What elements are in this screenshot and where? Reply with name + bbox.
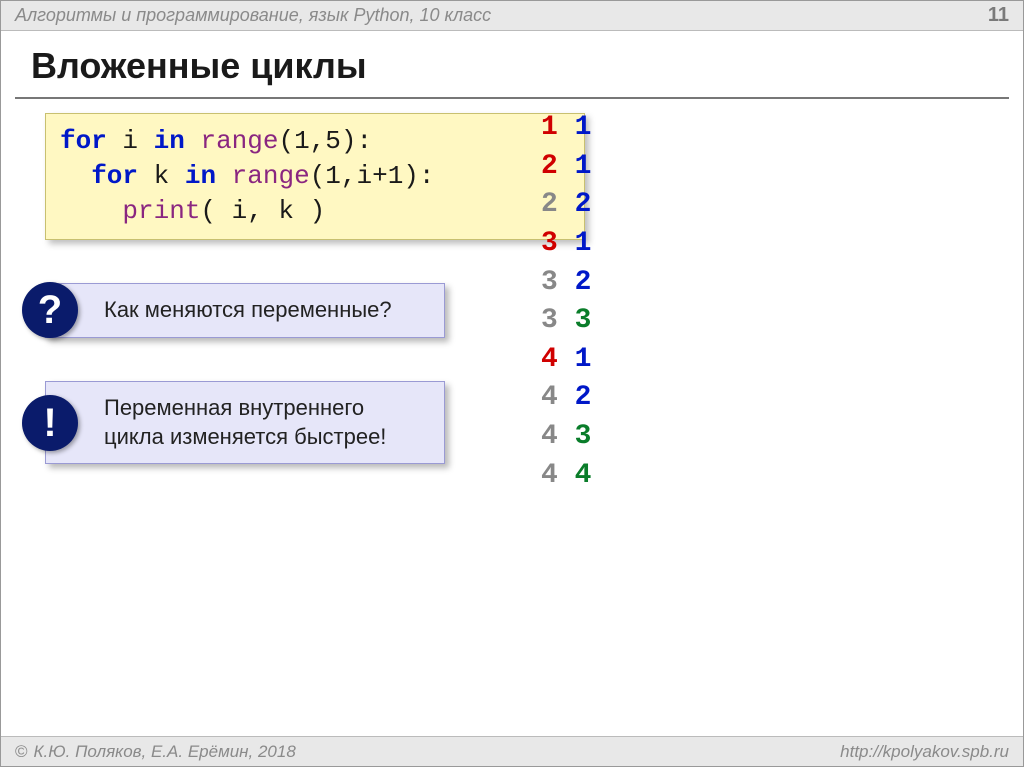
output-k: 3	[575, 421, 592, 452]
kw-in: in	[154, 126, 185, 156]
callout-exclaim-text: Переменная внутреннего цикла изменяется …	[104, 395, 386, 449]
ident-i: i	[122, 126, 138, 156]
output-k: 1	[575, 344, 592, 375]
output-row: 4 3	[541, 418, 591, 457]
kw-print: print	[122, 196, 200, 226]
output-i: 3	[541, 305, 558, 336]
output-i: 2	[541, 151, 558, 182]
footer-url: http://kpolyakov.spb.ru	[840, 742, 1009, 762]
callout-question-text: Как меняются переменные?	[104, 297, 392, 322]
output-k: 3	[575, 305, 592, 336]
header-bar: Алгоритмы и программирование, язык Pytho…	[1, 1, 1023, 31]
header-subject: Алгоритмы и программирование, язык Pytho…	[15, 5, 491, 26]
output-i: 3	[541, 228, 558, 259]
output-k: 1	[575, 151, 592, 182]
output-row: 3 3	[541, 302, 591, 341]
output-column: 1 12 12 23 13 23 34 14 24 34 4	[541, 109, 591, 495]
output-i: 4	[541, 460, 558, 491]
output-i: 4	[541, 344, 558, 375]
output-k: 1	[575, 112, 592, 143]
range-args-1: (1,5):	[278, 126, 372, 156]
output-i: 4	[541, 382, 558, 413]
output-k: 1	[575, 228, 592, 259]
output-i: 2	[541, 189, 558, 220]
output-k: 2	[575, 267, 592, 298]
output-row: 1 1	[541, 109, 591, 148]
copyright-icon: ©	[15, 742, 28, 762]
range-args-2: (1,i+1):	[310, 161, 435, 191]
code-line-3: print( i, k )	[60, 194, 570, 229]
title-rule	[15, 97, 1009, 99]
output-i: 3	[541, 267, 558, 298]
ident-k: k	[154, 161, 170, 191]
output-k: 2	[575, 189, 592, 220]
print-args: ( i, k )	[200, 196, 325, 226]
kw-range: range	[200, 126, 278, 156]
output-row: 2 1	[541, 148, 591, 187]
callout-question: ? Как меняются переменные?	[45, 283, 445, 338]
output-row: 4 4	[541, 457, 591, 496]
output-i: 1	[541, 112, 558, 143]
page-number: 11	[988, 4, 1009, 27]
footer-bar: © К.Ю. Поляков, Е.А. Ерёмин, 2018 http:/…	[1, 736, 1023, 766]
kw-in: in	[185, 161, 216, 191]
callout-exclaim: ! Переменная внутреннего цикла изменяетс…	[45, 381, 445, 464]
page-title: Вложенные циклы	[1, 31, 1023, 97]
footer-authors: К.Ю. Поляков, Е.А. Ерёмин, 2018	[34, 742, 296, 762]
footer-copyright: © К.Ю. Поляков, Е.А. Ерёмин, 2018	[15, 742, 296, 762]
code-line-1: for i in range(1,5):	[60, 124, 570, 159]
output-row: 4 1	[541, 341, 591, 380]
question-badge-icon: ?	[22, 282, 78, 338]
output-row: 3 2	[541, 264, 591, 303]
kw-range: range	[232, 161, 310, 191]
output-row: 4 2	[541, 379, 591, 418]
output-row: 3 1	[541, 225, 591, 264]
output-row: 2 2	[541, 186, 591, 225]
kw-for: for	[91, 161, 138, 191]
exclaim-badge-icon: !	[22, 395, 78, 451]
slide: Алгоритмы и программирование, язык Pytho…	[0, 0, 1024, 767]
kw-for: for	[60, 126, 107, 156]
output-k: 2	[575, 382, 592, 413]
output-k: 4	[575, 460, 592, 491]
code-line-2: for k in range(1,i+1):	[60, 159, 570, 194]
output-i: 4	[541, 421, 558, 452]
code-block: for i in range(1,5): for k in range(1,i+…	[45, 113, 585, 240]
